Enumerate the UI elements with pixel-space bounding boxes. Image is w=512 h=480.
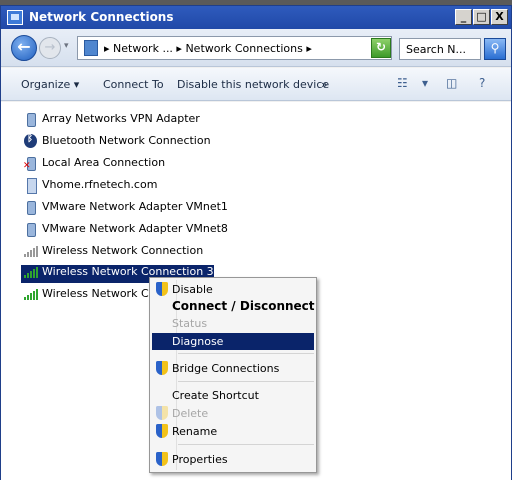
search-input[interactable]: Search N... (399, 38, 481, 60)
menu-separator (178, 444, 314, 445)
list-item[interactable]: VMware Network Adapter VMnet8 (23, 222, 228, 240)
wireless-signal-icon (23, 265, 39, 279)
network-connections-icon (7, 10, 23, 25)
menu-item-create-shortcut[interactable]: Create Shortcut (152, 387, 314, 404)
list-item[interactable]: Vhome.rfnetech.com (23, 178, 157, 196)
forward-arrow-icon[interactable]: → (39, 37, 61, 59)
address-bar: ← → ▾ ▸ Network ... ▸ Network Connection… (1, 29, 511, 67)
menu-item-delete: Delete (152, 405, 314, 422)
network-adapter-icon (23, 222, 39, 237)
uac-shield-icon (155, 452, 169, 467)
menu-item-disable[interactable]: Disable (152, 281, 314, 298)
context-menu: Disable Connect / Disconnect Status Diag… (149, 277, 317, 473)
search-icon[interactable]: ⚲ (484, 38, 506, 60)
uac-shield-icon (155, 424, 169, 439)
breadcrumb-path[interactable]: ▸ Network ... ▸ Network Connections ▸ (104, 42, 312, 55)
network-connections-window: Network Connections _ □ X ← → ▾ ▸ Networ… (0, 5, 512, 480)
breadcrumb[interactable]: ▸ Network ... ▸ Network Connections ▸ ▾ (77, 36, 392, 60)
network-adapter-icon (23, 112, 39, 127)
minimize-button[interactable]: _ (455, 9, 472, 25)
wireless-signal-icon (23, 287, 39, 301)
connect-to-button[interactable]: Connect To (103, 78, 164, 91)
view-options-icon[interactable]: ☷ (397, 76, 408, 90)
command-bar: Organize ▾ Connect To Disable this netwo… (1, 68, 511, 101)
uac-shield-icon (155, 361, 169, 376)
lan-disconnected-icon (23, 156, 39, 171)
uac-shield-icon (155, 406, 169, 421)
organize-menu[interactable]: Organize ▾ (21, 78, 79, 91)
uac-shield-icon (155, 282, 169, 297)
network-folder-icon (84, 40, 98, 56)
menu-item-properties[interactable]: Properties (152, 451, 314, 468)
bluetooth-icon (23, 133, 39, 148)
refresh-icon[interactable]: ↻ (371, 38, 391, 58)
more-commands-button[interactable]: » (321, 78, 328, 91)
list-item[interactable]: Wireless Network Cor (23, 287, 160, 305)
window-title: Network Connections (29, 10, 174, 24)
menu-item-rename[interactable]: Rename (152, 423, 314, 440)
menu-separator (178, 353, 314, 354)
menu-item-bridge[interactable]: Bridge Connections (152, 360, 314, 377)
list-item[interactable]: Local Area Connection (23, 156, 165, 174)
back-arrow-icon[interactable]: ← (11, 35, 37, 61)
menu-item-status: Status (172, 317, 208, 330)
close-button[interactable]: X (491, 9, 508, 25)
history-dropdown-icon[interactable]: ▾ (64, 41, 69, 51)
disable-device-button[interactable]: Disable this network device (177, 78, 329, 91)
maximize-button[interactable]: □ (473, 9, 490, 25)
preview-pane-icon[interactable]: ◫ (446, 76, 457, 90)
vpn-connection-icon (23, 178, 39, 194)
menu-item-connect-disconnect[interactable]: Connect / Disconnect (152, 298, 315, 315)
menu-separator (178, 381, 314, 382)
wireless-signal-icon (23, 244, 39, 258)
list-item[interactable]: Wireless Network Connection (23, 244, 203, 262)
list-item[interactable]: VMware Network Adapter VMnet1 (23, 200, 228, 218)
list-item[interactable]: Bluetooth Network Connection (23, 133, 211, 152)
list-item[interactable]: Array Networks VPN Adapter (23, 112, 200, 130)
help-icon[interactable]: ? (479, 76, 485, 90)
network-adapter-icon (23, 200, 39, 215)
chevron-down-icon[interactable]: ▾ (422, 76, 428, 90)
title-bar[interactable]: Network Connections _ □ X (1, 6, 511, 29)
menu-item-diagnose[interactable]: Diagnose (152, 333, 314, 350)
